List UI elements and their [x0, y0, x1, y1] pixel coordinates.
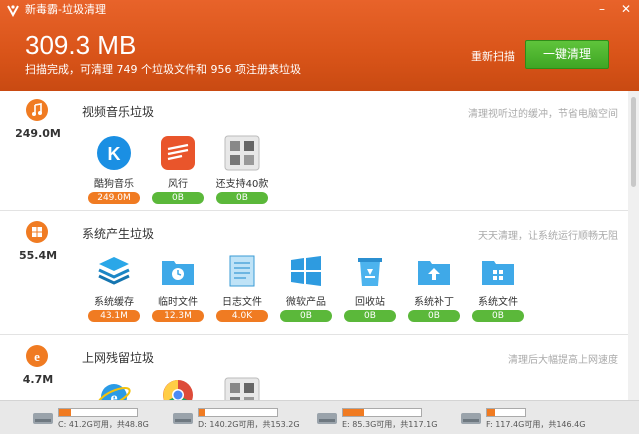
drive-usage-bar — [486, 408, 526, 417]
more-apps-icon — [224, 135, 260, 171]
rescan-link[interactable]: 重新扫描 — [471, 50, 515, 64]
scan-summary: 扫描完成，可清理 749 个垃圾文件和 956 项注册表垃圾 — [25, 63, 301, 76]
drive-f: F: 117.4G可用，共146.4G — [460, 405, 585, 433]
item-chrome[interactable] — [148, 377, 208, 400]
item-more-browsers[interactable] — [212, 377, 272, 400]
item-label: 还支持40款 — [215, 179, 269, 190]
section-size: 55.4M — [18, 249, 58, 262]
drive-text: F: 117.4G可用，共146.4G — [486, 420, 586, 429]
item-more-apps[interactable]: 还支持40款 0B — [212, 135, 272, 204]
one-click-clean-button[interactable]: 一键清理 — [525, 40, 609, 69]
minimize-button[interactable]: – — [595, 2, 609, 16]
section-description: 清理后大幅提高上网速度 — [508, 355, 618, 366]
windows-icon — [26, 221, 48, 243]
item-size-badge: 4.0K — [216, 310, 268, 322]
drive-text: D: 140.2G可用，共153.2G — [198, 420, 300, 429]
drive-text: E: 85.3G可用，共117.1G — [342, 420, 438, 429]
total-junk-size: 309.3 MB — [25, 30, 137, 60]
item-label: 系统文件 — [478, 297, 518, 308]
drive-usage-fill — [199, 409, 206, 416]
item-temp-files[interactable]: 临时文件 12.3M — [148, 253, 208, 322]
recycle-bin-icon — [358, 258, 382, 286]
item-label: 酷狗音乐 — [94, 179, 134, 190]
item-label: 系统缓存 — [94, 297, 134, 308]
drive-text: C: 41.2G可用，共48.8G — [58, 420, 149, 429]
drive-usage-bar — [58, 408, 138, 417]
item-size-badge: 249.0M — [88, 192, 140, 204]
window-title: 新毒霸-垃圾清理 — [25, 3, 106, 16]
internet-explorer-icon: e — [97, 384, 131, 400]
notepad-icon — [229, 255, 255, 287]
section-system: 55.4M 系统产生垃圾 天天清理，让系统运行顺畅无阻 系统缓存 43.1M 临… — [0, 211, 628, 335]
item-size-badge: 0B — [408, 310, 460, 322]
vertical-scrollbar[interactable] — [628, 91, 639, 400]
drive-d: D: 140.2G可用，共153.2G — [172, 405, 312, 433]
item-microsoft-products[interactable]: 微软产品 0B — [276, 253, 336, 322]
item-size-badge: 12.3M — [152, 310, 204, 322]
music-note-icon — [26, 99, 48, 121]
svg-text:e: e — [34, 349, 40, 364]
drive-usage-bar — [198, 408, 278, 417]
item-label: 日志文件 — [222, 297, 262, 308]
item-recycle-bin[interactable]: 回收站 0B — [340, 253, 400, 322]
drive-status-bar: C: 41.2G可用，共48.8G D: 140.2G可用，共153.2G E:… — [0, 400, 639, 434]
section-title[interactable]: 上网残留垃圾 — [82, 349, 154, 366]
section-web: e 4.7M 上网残留垃圾 清理后大幅提高上网速度 e — [0, 335, 628, 400]
close-button[interactable]: ✕ — [619, 2, 633, 16]
windows-tile-icon — [291, 256, 321, 286]
item-funshion[interactable]: 风行 0B — [148, 135, 208, 204]
ie-icon: e — [26, 345, 48, 367]
svg-text:K: K — [108, 144, 121, 164]
item-label: 临时文件 — [158, 297, 198, 308]
section-video-music: 249.0M 视频音乐垃圾 清理视听过的缓冲，节省电脑空间 K 酷狗音乐 249… — [0, 91, 628, 211]
app-logo-icon — [7, 5, 19, 17]
item-label: 系统补丁 — [414, 297, 454, 308]
item-system-cache[interactable]: 系统缓存 43.1M — [84, 253, 144, 322]
kugou-icon: K — [97, 136, 131, 170]
title-bar: 新毒霸-垃圾清理 – ✕ — [0, 0, 639, 20]
header-banner: 新毒霸-垃圾清理 – ✕ 309.3 MB 扫描完成，可清理 749 个垃圾文件… — [0, 0, 639, 91]
item-label: 风行 — [168, 179, 188, 190]
item-system-files[interactable]: 系统文件 0B — [468, 253, 528, 322]
item-label: 回收站 — [355, 297, 385, 308]
drive-usage-fill — [59, 409, 72, 416]
hard-drive-icon — [317, 413, 337, 424]
scroll-thumb[interactable] — [631, 97, 636, 187]
more-apps-icon — [224, 377, 260, 400]
system-folder-icon — [482, 261, 514, 285]
drive-usage-fill — [487, 409, 495, 416]
patch-folder-icon — [418, 261, 450, 285]
junk-list: 249.0M 视频音乐垃圾 清理视听过的缓冲，节省电脑空间 K 酷狗音乐 249… — [0, 91, 639, 400]
funshion-icon — [161, 136, 195, 170]
section-size: 4.7M — [22, 373, 54, 386]
item-size-badge: 0B — [344, 310, 396, 322]
section-title[interactable]: 视频音乐垃圾 — [82, 103, 154, 120]
section-description: 清理视听过的缓冲，节省电脑空间 — [468, 109, 618, 120]
item-size-badge: 0B — [280, 310, 332, 322]
item-kugou[interactable]: K 酷狗音乐 249.0M — [84, 135, 144, 204]
item-label: 微软产品 — [286, 297, 326, 308]
item-system-patches[interactable]: 系统补丁 0B — [404, 253, 464, 322]
section-description: 天天清理，让系统运行顺畅无阻 — [478, 231, 618, 242]
chrome-icon — [163, 380, 193, 400]
drive-usage-fill — [343, 409, 365, 416]
hard-drive-icon — [173, 413, 193, 424]
drive-e: E: 85.3G可用，共117.1G — [316, 405, 456, 433]
svg-text:e: e — [110, 390, 117, 400]
item-size-badge: 0B — [472, 310, 524, 322]
drive-c: C: 41.2G可用，共48.8G — [32, 405, 172, 433]
item-size-badge: 43.1M — [88, 310, 140, 322]
temp-folder-icon — [162, 261, 194, 285]
item-size-badge: 0B — [216, 192, 268, 204]
item-internet-explorer[interactable]: e — [84, 377, 144, 400]
hard-drive-icon — [461, 413, 481, 424]
layers-icon — [98, 257, 130, 285]
hard-drive-icon — [33, 413, 53, 424]
item-size-badge: 0B — [152, 192, 204, 204]
section-size: 249.0M — [15, 127, 61, 140]
section-title[interactable]: 系统产生垃圾 — [82, 225, 154, 242]
item-log-files[interactable]: 日志文件 4.0K — [212, 253, 272, 322]
drive-usage-bar — [342, 408, 422, 417]
